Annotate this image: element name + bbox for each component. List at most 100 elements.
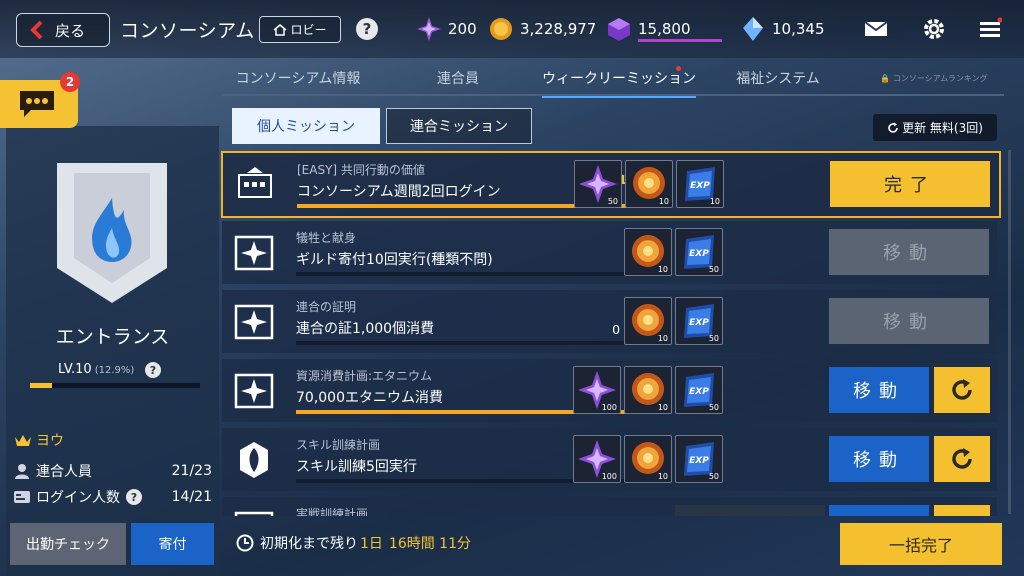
mission-star-icon: [232, 509, 276, 516]
mission-name: 連合の証1,000個消費: [296, 321, 435, 337]
mission-row: 犠牲と献身ギルド寄付10回実行(種類不問)0 / 1010EXP50移動: [222, 221, 997, 284]
gear-icon[interactable]: [922, 17, 946, 41]
exp-card-icon[interactable]: EXP 50: [675, 435, 723, 483]
currency-diamond-value: 10,345: [772, 20, 825, 38]
reward-qty: 100: [601, 403, 617, 412]
mission-row: 連合の証明連合の証1,000個消費0 / 100010EXP50移動: [222, 290, 997, 353]
level-bar-fill: [30, 383, 52, 388]
consortium-emblem: [57, 163, 167, 303]
level-percent: (12.9%): [94, 365, 135, 376]
mission-star-icon: [232, 302, 276, 342]
currency-cube-value: 15,800: [638, 20, 691, 38]
move-button[interactable]: 移動: [829, 436, 929, 482]
svg-text:EXP: EXP: [689, 249, 709, 259]
donate-button[interactable]: 寄付: [131, 523, 214, 565]
mission-progress-bar: [296, 272, 664, 276]
mission-scrollbar[interactable]: [1008, 150, 1011, 514]
purple-crystal-icon[interactable]: 100: [573, 435, 621, 483]
lobby-button[interactable]: ロビー: [259, 16, 341, 43]
mission-category: 実戦訓練計画: [296, 507, 369, 516]
gold-coin-icon[interactable]: 10: [624, 435, 672, 483]
refresh-icon: [888, 122, 898, 133]
currency-gold-value: 3,228,977: [520, 20, 597, 38]
mail-icon[interactable]: [864, 17, 888, 41]
move-button[interactable]: [829, 505, 929, 516]
mission-star-icon: [232, 371, 276, 411]
refresh-label: 更新 無料(3回): [902, 121, 983, 135]
move-button[interactable]: 移動: [829, 367, 929, 413]
level-bar: [30, 383, 200, 388]
currency-crystal-value: 200: [448, 20, 477, 38]
exp-card-icon[interactable]: EXP 50: [675, 228, 723, 276]
login-label: ログイン人数: [36, 490, 120, 506]
mission-skill-icon: [232, 440, 276, 480]
exp-card-icon[interactable]: EXP 50: [675, 366, 723, 414]
reward-qty: 50: [708, 472, 719, 481]
mission-category: 資源消費計画:エタニウム: [296, 369, 433, 383]
currency-diamond[interactable]: 10,345: [740, 16, 825, 42]
tab-weekly-mission-badge: [676, 66, 681, 71]
gold-coin-icon[interactable]: 10: [624, 366, 672, 414]
crown-icon: [15, 435, 31, 446]
move-button[interactable]: 移動: [829, 229, 989, 275]
refresh-icon: [952, 448, 972, 469]
mission-row: 資源消費計画:エタニウム70,000エタニウム消費64680 / 7000010…: [222, 359, 997, 422]
reward-peek: [675, 505, 825, 516]
help-icon[interactable]: ?: [356, 18, 378, 40]
reset-mission-button[interactable]: [934, 367, 990, 413]
members-label: 連合人員: [36, 464, 92, 480]
members-row: 連合人員 21/23: [14, 461, 212, 481]
level-label: LV.10: [58, 362, 92, 377]
reset-mission-button[interactable]: [934, 436, 990, 482]
purple-crystal-icon[interactable]: 50: [574, 160, 622, 208]
menu-icon[interactable]: [978, 17, 1002, 41]
mission-row: [EASY] 共同行動の価値コンソーシアム週間2回ログインCOMPLETE501…: [221, 151, 1001, 218]
tab-ranking[interactable]: 🔒 コンソーシアムランキング: [864, 68, 1004, 96]
login-value: 14/21: [171, 489, 212, 505]
timer-rest: 16時間 11分: [388, 536, 472, 552]
reset-mission-button[interactable]: [934, 505, 990, 516]
svg-text:EXP: EXP: [689, 387, 709, 397]
lobby-label: ロビー: [290, 23, 327, 37]
mission-row: 実戦訓練計画: [222, 497, 997, 516]
home-icon: [274, 23, 287, 36]
bulk-complete-button[interactable]: 一括完了: [840, 523, 1002, 565]
reward-qty: 10: [657, 334, 668, 343]
mission-name: ギルド寄付10回実行(種類不問): [296, 252, 493, 268]
tab-welfare[interactable]: 福祉システム: [702, 68, 854, 96]
mission-progress-bar: [296, 341, 664, 345]
exp-card-icon[interactable]: EXP 50: [675, 297, 723, 345]
back-button[interactable]: 戻る: [16, 13, 110, 47]
mission-name: スキル訓練5回実行: [296, 459, 417, 475]
currency-gold[interactable]: 3,228,977: [488, 16, 596, 42]
checkin-button[interactable]: 出勤チェック: [10, 523, 126, 565]
gold-coin-icon[interactable]: 10: [624, 228, 672, 276]
move-button[interactable]: 移動: [829, 298, 989, 344]
person-icon: [15, 464, 29, 479]
reward-qty: 10: [657, 472, 668, 481]
tab-weekly-mission[interactable]: ウィークリーミッション: [542, 68, 696, 98]
timer-prefix: 初期化まで残り: [260, 536, 358, 552]
refresh-icon: [952, 379, 972, 400]
currency-crystal[interactable]: 200: [416, 16, 477, 42]
exp-card-icon[interactable]: EXP 10: [676, 160, 724, 208]
reward-qty: 50: [708, 334, 719, 343]
chat-icon: [20, 91, 54, 117]
chat-badge: 2: [60, 72, 80, 92]
reward-qty: 10: [709, 197, 720, 206]
gold-coin-icon[interactable]: 10: [625, 160, 673, 208]
gold-coin-icon[interactable]: 10: [624, 297, 672, 345]
level-help-icon[interactable]: ?: [145, 362, 161, 378]
mission-row: スキル訓練計画スキル訓練5回実行0 / 510010EXP50移動: [222, 428, 997, 491]
tab-consortium-info[interactable]: コンソーシアム情報: [222, 68, 374, 96]
reward-qty: 100: [601, 472, 617, 481]
reward-qty: 50: [708, 403, 719, 412]
tab-members[interactable]: 連合員: [382, 68, 534, 96]
purple-crystal-icon[interactable]: 100: [573, 366, 621, 414]
login-help-icon[interactable]: ?: [126, 489, 142, 505]
refresh-button[interactable]: 更新 無料(3回): [873, 114, 997, 141]
complete-button[interactable]: 完了: [830, 161, 990, 207]
login-card-icon: [14, 491, 30, 503]
subtab-personal[interactable]: 個人ミッション: [232, 108, 380, 144]
subtab-consortium[interactable]: 連合ミッション: [386, 108, 532, 144]
